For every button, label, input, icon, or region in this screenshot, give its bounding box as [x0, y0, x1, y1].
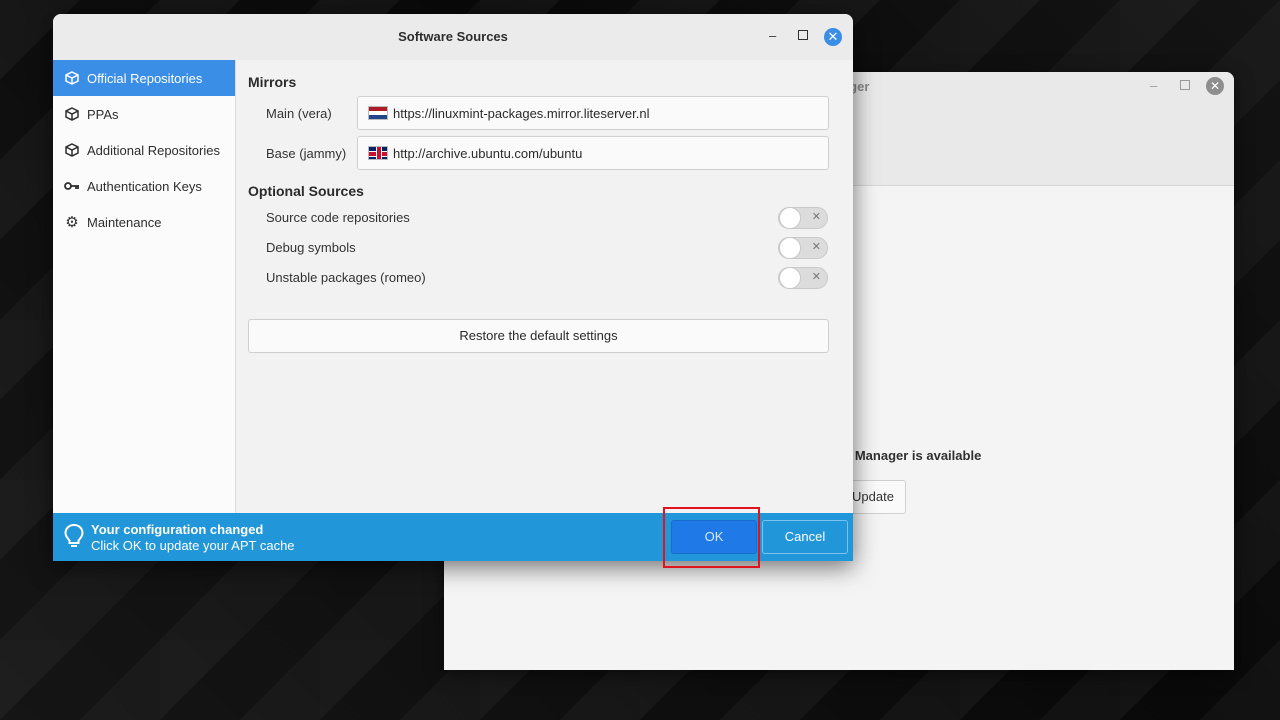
main-mirror-label: Main (vera) [266, 106, 332, 121]
sidebar-item-maintenance[interactable]: ⚙ Maintenance [53, 204, 235, 240]
restore-defaults-button[interactable]: Restore the default settings [248, 319, 829, 353]
source-code-toggle[interactable]: ✕ [778, 207, 828, 229]
close-icon[interactable]: ✕ [824, 28, 842, 46]
unstable-packages-toggle[interactable]: ✕ [778, 267, 828, 289]
debug-symbols-toggle[interactable]: ✕ [778, 237, 828, 259]
base-mirror-url: http://archive.ubuntu.com/ubuntu [393, 145, 583, 161]
key-icon [64, 178, 80, 194]
sidebar-item-label: Authentication Keys [87, 178, 202, 194]
infobar-subtitle: Click OK to update your APT cache [91, 538, 295, 553]
dialog-title: Software Sources [398, 29, 508, 44]
toggle-knob [779, 237, 801, 259]
unstable-packages-label: Unstable packages (romeo) [266, 270, 426, 285]
lightbulb-icon [64, 523, 84, 547]
bg-minimize-icon[interactable]: – [1150, 78, 1157, 93]
infobar-title: Your configuration changed [91, 522, 264, 537]
bg-maximize-icon[interactable] [1180, 80, 1190, 90]
main-mirror-url: https://linuxmint-packages.mirror.litese… [393, 105, 650, 121]
box-icon [64, 106, 80, 122]
software-sources-dialog: Software Sources – ✕ Official Repositori… [53, 14, 853, 561]
mirrors-heading: Mirrors [248, 74, 297, 90]
toggle-off-icon: ✕ [811, 241, 821, 253]
sidebar-item-authentication-keys[interactable]: Authentication Keys [53, 168, 235, 204]
toggle-off-icon: ✕ [811, 211, 821, 223]
source-code-label: Source code repositories [266, 210, 410, 225]
uk-flag-icon [368, 146, 388, 160]
ok-button-highlight [663, 507, 760, 568]
toggle-knob [779, 207, 801, 229]
sidebar: Official Repositories PPAs Additional Re… [53, 60, 236, 513]
content-panel: Mirrors Main (vera) https://linuxmint-pa… [248, 60, 848, 513]
box-icon [64, 142, 80, 158]
update-available-message: e Manager is available [844, 448, 982, 463]
sidebar-item-official-repositories[interactable]: Official Repositories [53, 60, 235, 96]
sidebar-item-ppas[interactable]: PPAs [53, 96, 235, 132]
main-mirror-field[interactable]: https://linuxmint-packages.mirror.litese… [357, 96, 829, 130]
box-icon [64, 70, 80, 86]
toggle-off-icon: ✕ [811, 271, 821, 283]
sidebar-item-label: Official Repositories [87, 70, 203, 86]
base-mirror-label: Base (jammy) [266, 146, 347, 161]
sidebar-item-additional-repositories[interactable]: Additional Repositories [53, 132, 235, 168]
gear-icon: ⚙ [65, 214, 79, 231]
bg-close-icon[interactable]: ✕ [1206, 77, 1224, 95]
optional-sources-heading: Optional Sources [248, 183, 364, 199]
sidebar-item-label: Additional Repositories [87, 142, 220, 158]
base-mirror-field[interactable]: http://archive.ubuntu.com/ubuntu [357, 136, 829, 170]
minimize-icon[interactable]: – [769, 28, 776, 43]
netherlands-flag-icon [368, 106, 388, 120]
sidebar-item-label: PPAs [87, 106, 119, 122]
cancel-button[interactable]: Cancel [762, 520, 848, 554]
sidebar-item-label: Maintenance [87, 214, 162, 230]
titlebar: Software Sources – ✕ [53, 14, 853, 60]
debug-symbols-label: Debug symbols [266, 240, 356, 255]
maximize-icon[interactable] [798, 30, 808, 40]
toggle-knob [779, 267, 801, 289]
